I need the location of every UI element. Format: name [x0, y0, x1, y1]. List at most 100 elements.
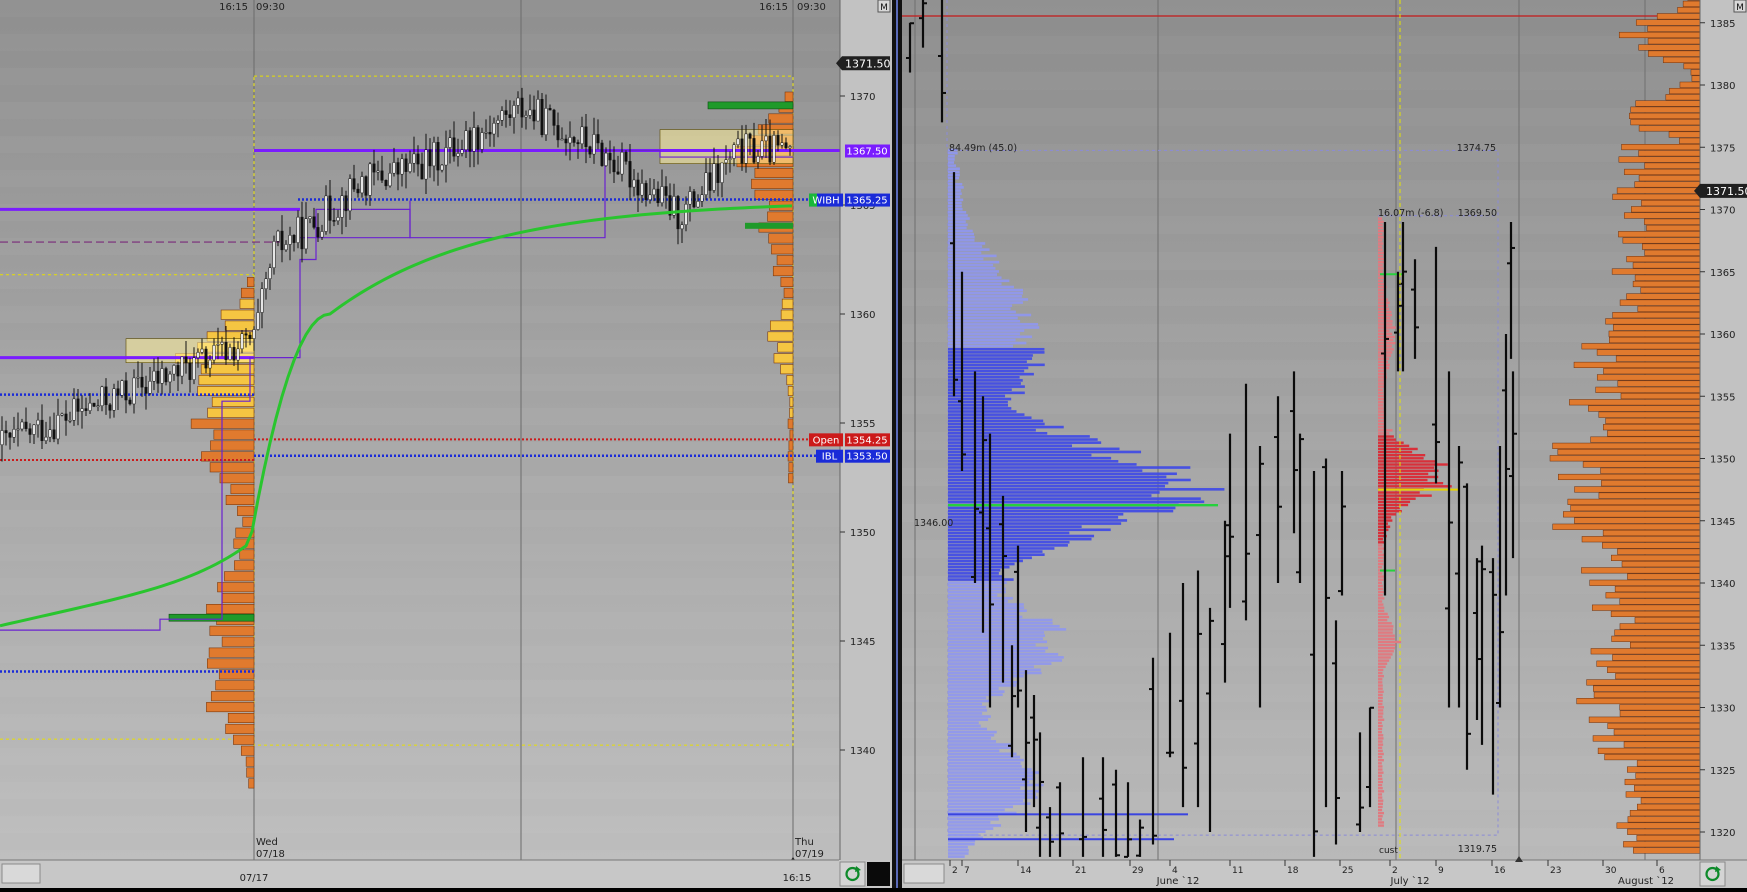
- profile-bar: [777, 256, 793, 265]
- composite-profile-bar: [948, 308, 1011, 311]
- session-profile-bar: [1378, 485, 1452, 487]
- price-bar: [733, 145, 735, 159]
- long-term-profile-bar: [1612, 269, 1700, 275]
- scroll-handle[interactable]: [904, 864, 944, 883]
- price-bar: [445, 147, 447, 165]
- price-bar: [645, 183, 647, 199]
- composite-profile-bar: [948, 846, 968, 849]
- long-term-profile-bar: [1606, 418, 1700, 424]
- session-profile-bar: [1378, 663, 1387, 665]
- refresh-button[interactable]: [840, 862, 865, 886]
- price-bar: [637, 180, 639, 195]
- session-profile-bar: [1378, 417, 1384, 419]
- color-swatch[interactable]: [867, 862, 890, 886]
- composite-profile-bar: [948, 497, 1201, 500]
- price-bar: [353, 179, 355, 189]
- composite-profile-bar: [948, 644, 1036, 647]
- composite-profile-bar: [948, 774, 1034, 777]
- profile-bar: [789, 463, 793, 472]
- long-term-profile-bar: [1592, 605, 1700, 611]
- session-profile-bar: [1378, 591, 1384, 593]
- composite-profile-bar: [948, 342, 1026, 345]
- price-bar: [57, 415, 59, 439]
- level-value-label: 1365.25: [846, 196, 887, 207]
- price-bar: [361, 177, 363, 193]
- profile-bar: [751, 179, 793, 188]
- price-bar: [277, 231, 279, 241]
- price-bar: [729, 158, 731, 159]
- long-term-profile-bar: [1639, 175, 1700, 181]
- long-term-profile-bar: [1691, 70, 1700, 76]
- composite-profile-bar: [948, 220, 966, 223]
- session-profile-bar: [1378, 557, 1383, 559]
- session-profile-bar: [1378, 498, 1416, 500]
- month-label: June `12: [1156, 875, 1200, 887]
- composite-profile-bar: [948, 656, 1064, 659]
- price-axis-label: 1325: [1710, 766, 1735, 777]
- composite-profile-bar: [948, 802, 1031, 805]
- session-profile-bar: [1378, 264, 1383, 266]
- corner-badge[interactable]: M: [1736, 3, 1744, 13]
- profile-bar: [771, 245, 793, 254]
- long-term-profile-bar: [1558, 449, 1700, 455]
- price-bar: [597, 134, 599, 143]
- price-bar: [293, 235, 295, 242]
- session-profile-bar: [1378, 691, 1384, 693]
- session-profile-bar: [1378, 700, 1383, 702]
- price-bar: [517, 98, 519, 105]
- session-profile-bar: [1378, 242, 1383, 244]
- session-profile-bar: [1378, 233, 1382, 235]
- session-low-label: 1319.75: [1458, 844, 1497, 855]
- composite-profile-bar: [948, 712, 982, 715]
- price-bar: [25, 422, 27, 429]
- session-profile-bar: [1378, 622, 1392, 624]
- price-bar: [205, 349, 207, 368]
- composite-profile-bar: [948, 161, 954, 164]
- long-term-profile-bar: [1666, 94, 1700, 100]
- session-profile-bar: [1378, 628, 1393, 630]
- long-term-profile-bar: [1683, 1, 1700, 7]
- long-term-profile-bar: [1617, 549, 1700, 555]
- price-bar: [137, 377, 139, 378]
- price-bar: [469, 131, 471, 152]
- long-term-profile-bar: [1569, 399, 1700, 405]
- refresh-button[interactable]: [1700, 862, 1725, 886]
- price-bar: [229, 347, 231, 359]
- long-term-profile-bar: [1627, 829, 1700, 835]
- session-profile-bar: [1378, 815, 1383, 817]
- charts-canvas: 16:15 09:30 16:15 09:30 1370136513601355…: [0, 0, 1747, 888]
- date-tick-label: 21: [1075, 866, 1086, 876]
- profile-bar: [226, 495, 254, 504]
- corner-badge[interactable]: M: [880, 3, 888, 13]
- composite-profile-bar: [948, 799, 1023, 802]
- profile-bar: [247, 768, 254, 777]
- composite-profile-bar: [948, 360, 1027, 363]
- composite-profile-bar: [948, 276, 1002, 279]
- session-profile-bar: [1378, 740, 1383, 742]
- long-term-profile-bar: [1597, 661, 1700, 667]
- session-profile-bar: [1378, 476, 1438, 478]
- long-term-profile-bar: [1601, 468, 1700, 474]
- price-bar: [113, 389, 115, 411]
- composite-profile-bar: [948, 416, 1032, 419]
- scroll-handle[interactable]: [2, 864, 40, 883]
- long-term-profile-bar: [1635, 275, 1700, 281]
- price-bar: [437, 142, 439, 170]
- session-profile-bar: [1378, 625, 1393, 627]
- price-axis-label: 1370: [1710, 206, 1735, 217]
- right-chart-panel: 84.49m (45.0) 1374.75 1346.00 16.07m (-6…: [902, 0, 1747, 888]
- composite-profile-bar: [948, 211, 966, 214]
- long-term-profile-bar: [1616, 356, 1700, 362]
- session-profile-bar: [1378, 728, 1382, 730]
- composite-profile-bar: [948, 787, 1020, 790]
- composite-profile-bar: [948, 311, 1016, 314]
- top-time-label: 09:30: [797, 2, 826, 13]
- long-term-profile-bar: [1622, 144, 1700, 150]
- current-price-value: 1371.50: [845, 57, 891, 70]
- long-term-profile-bar: [1680, 82, 1700, 88]
- session-profile-bar: [1378, 712, 1383, 714]
- session-profile-bar: [1378, 681, 1382, 683]
- price-bar: [537, 99, 539, 121]
- price-bar: [129, 400, 131, 404]
- profile-bar: [214, 430, 254, 439]
